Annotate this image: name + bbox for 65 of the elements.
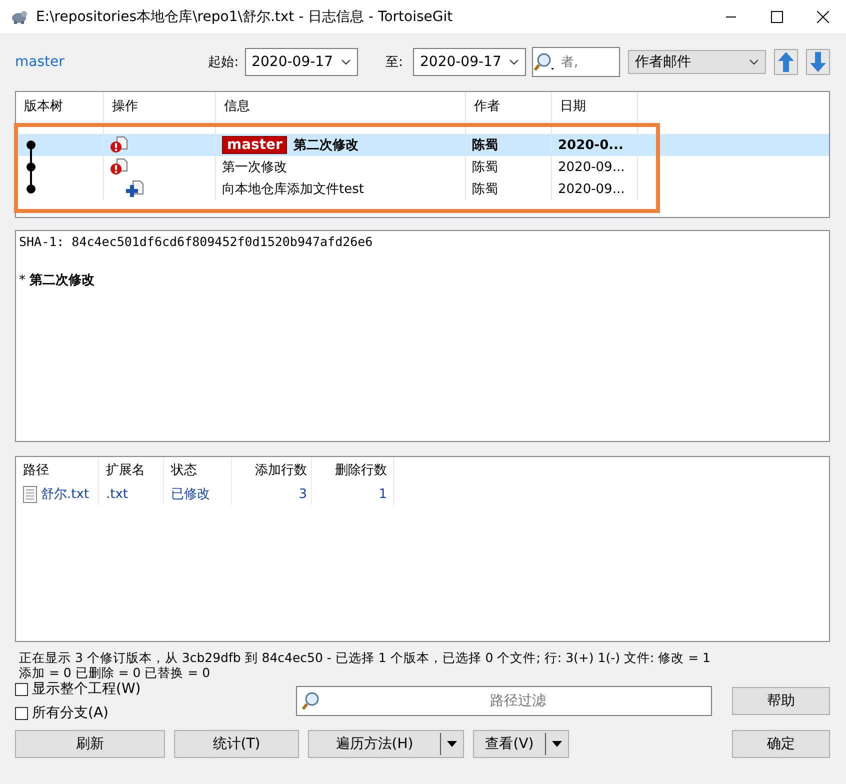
sha-text: SHA-1: 84c4ec501df6cd6f809452f0d1520b947afd26e6 [19, 234, 374, 249]
caret-icon [447, 741, 457, 747]
column-header[interactable]: 信息 [216, 92, 466, 120]
dialog-button[interactable]: 统计(T) [174, 730, 299, 758]
text-file-icon [23, 486, 37, 502]
search-icon [301, 691, 321, 711]
chevron-down-icon [749, 59, 759, 65]
from-date-picker[interactable]: 2020-09-17 [244, 48, 358, 76]
column-header[interactable]: 日期 [552, 92, 638, 120]
column-header[interactable]: 添加行数 [232, 457, 312, 483]
split-button[interactable]: 查看(V) [473, 730, 569, 758]
file-status: 已修改 [171, 486, 210, 503]
added-file-icon [126, 180, 144, 198]
dialog-button[interactable]: 确定 [732, 730, 830, 758]
to-date-picker[interactable]: 2020-09-17 [413, 48, 526, 76]
commit-message: 向本地仓库添加文件test [222, 181, 364, 198]
split-button[interactable]: 遍历方法(H) [308, 730, 464, 758]
date-cell: 2020-09... [558, 182, 625, 196]
window-title: E:\repositories本地仓库\repo1\舒尔.txt - 日志信息 - TortoiseGit [36, 8, 454, 26]
modified-file-icon [110, 136, 128, 154]
caret-icon [552, 741, 562, 747]
app-icon [10, 8, 28, 24]
file-extension: .txt [106, 486, 128, 502]
column-header[interactable]: 删除行数 [312, 457, 394, 483]
date-cell: 2020-0... [558, 138, 624, 152]
maximize-icon[interactable] [771, 10, 783, 22]
removed-lines: 1 [378, 486, 387, 502]
checkbox[interactable] [15, 706, 28, 720]
checkbox[interactable] [15, 682, 28, 696]
status-text: 正在显示 3 个修订版本，从 3cb29dfb 到 84c4ec50 - 已选择 1 个版本，已选择 0 个文件; 行: 3(+) 1(-) 文件: 修改 = 1 [19, 650, 712, 665]
from-label: 起始: [208, 54, 239, 71]
to-label: 至: [386, 54, 403, 71]
modified-file-icon [110, 158, 128, 176]
checkbox-label[interactable]: 显示整个工程(W) [32, 680, 141, 698]
branch-tag: master [222, 136, 288, 154]
status-text: 添加 = 0 已删除 = 0 已替换 = 0 [19, 665, 212, 680]
column-header[interactable]: 作者 [466, 92, 552, 120]
author-cell-text: 陈蜀 [472, 181, 498, 198]
commit-subject: *第二次修改 [19, 272, 96, 289]
column-header[interactable]: 版本树 [16, 92, 104, 120]
date-cell: 2020-09... [558, 160, 625, 174]
log-row[interactable]: master 第二次修改 陈蜀 2020-0... [16, 134, 829, 156]
search-field[interactable]: 者, [532, 47, 620, 77]
chevron-down-icon [509, 59, 519, 65]
author-cell-text: 陈蜀 [472, 159, 498, 176]
column-header[interactable]: 操作 [104, 92, 216, 120]
close-icon[interactable] [817, 10, 829, 22]
filter-field-dropdown[interactable]: 作者邮件 [628, 50, 766, 74]
file-path[interactable]: 舒尔.txt [41, 485, 90, 503]
help-button[interactable]: 帮助 [732, 687, 830, 715]
column-header[interactable]: 扩展名 [99, 457, 164, 483]
added-lines: 3 [298, 486, 307, 502]
column-header[interactable]: 路径 [16, 457, 99, 483]
author-cell-text: 陈蜀 [472, 137, 498, 154]
path-filter-field[interactable]: 路径过滤 [296, 686, 712, 716]
commit-message: 第二次修改 [293, 137, 358, 154]
dialog-button[interactable]: 刷新 [15, 730, 165, 758]
graph-node-icon [24, 156, 38, 178]
column-header[interactable]: 状态 [164, 457, 232, 483]
checkbox-label[interactable]: 所有分支(A) [32, 704, 109, 722]
log-row[interactable]: 向本地仓库添加文件test 陈蜀 2020-09... [16, 178, 829, 200]
log-row[interactable]: 第一次修改 陈蜀 2020-09... [16, 156, 829, 178]
branch-link[interactable]: master [15, 54, 64, 70]
commit-message: 第一次修改 [222, 159, 287, 176]
chevron-down-icon [340, 59, 351, 65]
